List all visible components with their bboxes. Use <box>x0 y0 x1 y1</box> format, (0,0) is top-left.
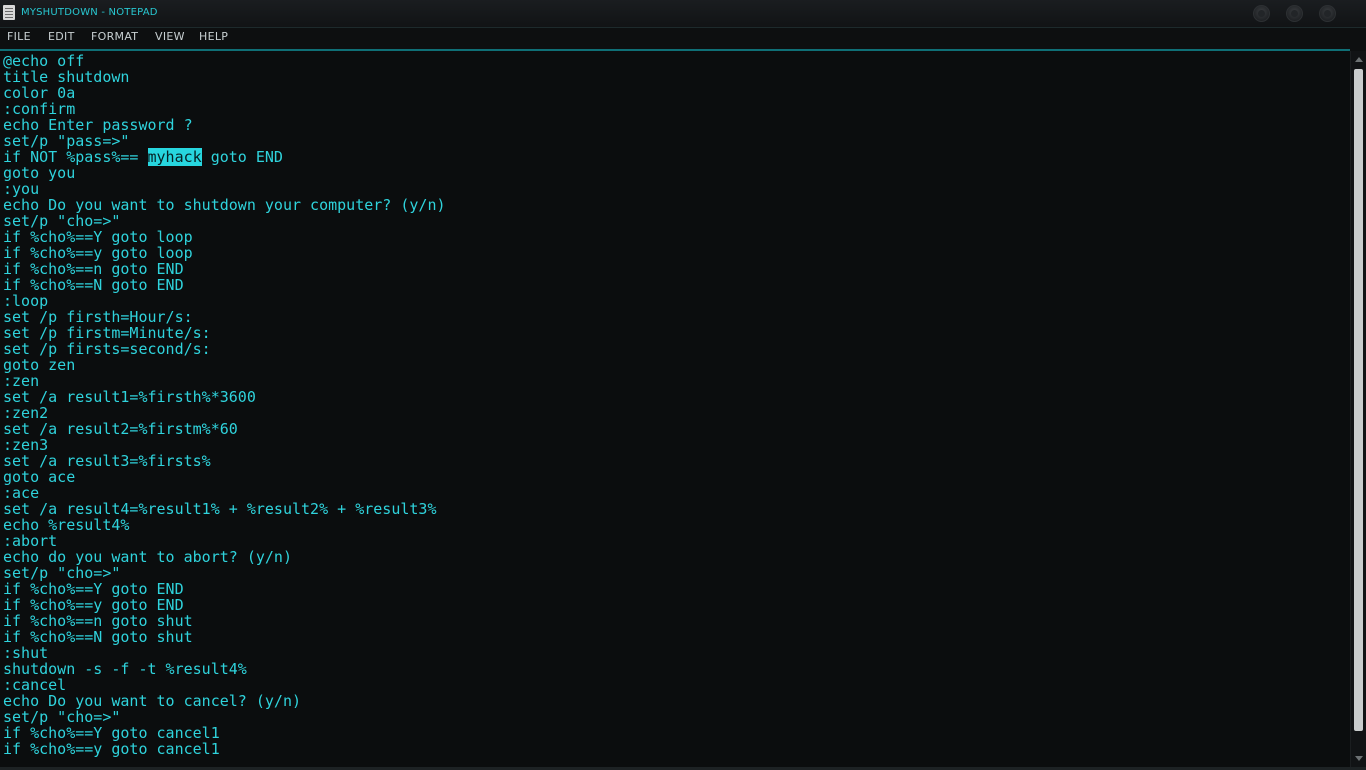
code-line[interactable]: :shut <box>3 645 1350 661</box>
close-icon[interactable] <box>1319 5 1336 22</box>
menu-view[interactable]: VIEW <box>155 30 185 43</box>
code-line[interactable]: :abort <box>3 533 1350 549</box>
code-line[interactable]: if %cho%==N goto shut <box>3 629 1350 645</box>
scroll-up-icon[interactable] <box>1355 57 1363 62</box>
code-line[interactable]: set /a result4=%result1% + %result2% + %… <box>3 501 1350 517</box>
code-line[interactable]: echo Enter password ? <box>3 117 1350 133</box>
code-line[interactable]: if %cho%==y goto loop <box>3 245 1350 261</box>
code-line[interactable]: color 0a <box>3 85 1350 101</box>
code-line[interactable]: if %cho%==n goto END <box>3 261 1350 277</box>
code-line[interactable]: :ace <box>3 485 1350 501</box>
code-line[interactable]: :confirm <box>3 101 1350 117</box>
code-line[interactable]: echo do you want to abort? (y/n) <box>3 549 1350 565</box>
scroll-down-icon[interactable] <box>1355 756 1363 761</box>
code-line[interactable]: if %cho%==Y goto END <box>3 581 1350 597</box>
code-line[interactable]: :cancel <box>3 677 1350 693</box>
code-line[interactable]: set /a result1=%firsth%*3600 <box>3 389 1350 405</box>
code-line[interactable]: echo %result4% <box>3 517 1350 533</box>
notepad-window: MYSHUTDOWN - NOTEPAD FILE EDIT FORMAT VI… <box>0 0 1366 770</box>
vertical-scrollbar[interactable] <box>1350 51 1366 767</box>
code-line[interactable]: set /p firsts=second/s: <box>3 341 1350 357</box>
scrollbar-thumb[interactable] <box>1354 69 1363 731</box>
code-line[interactable]: set /a result3=%firsts% <box>3 453 1350 469</box>
code-line[interactable]: goto you <box>3 165 1350 181</box>
code-line[interactable]: goto ace <box>3 469 1350 485</box>
menu-help[interactable]: HELP <box>199 30 228 43</box>
maximize-icon[interactable] <box>1286 5 1303 22</box>
code-line[interactable]: if %cho%==Y goto cancel1 <box>3 725 1350 741</box>
code-line[interactable]: set/p "cho=>" <box>3 213 1350 229</box>
code-line[interactable]: if %cho%==N goto END <box>3 277 1350 293</box>
menu-format[interactable]: FORMAT <box>91 30 138 43</box>
code-line[interactable]: @echo off <box>3 53 1350 69</box>
code-line[interactable]: if %cho%==Y goto loop <box>3 229 1350 245</box>
code-line[interactable]: if NOT %pass%== myhack goto END <box>3 148 1350 166</box>
selected-text[interactable]: myhack <box>147 148 202 166</box>
code-line[interactable]: if %cho%==y goto END <box>3 597 1350 613</box>
code-line[interactable]: set /a result2=%firstm%*60 <box>3 421 1350 437</box>
code-line[interactable]: :zen2 <box>3 405 1350 421</box>
code-line[interactable]: :zen3 <box>3 437 1350 453</box>
title-bar[interactable]: MYSHUTDOWN - NOTEPAD <box>0 0 1366 28</box>
code-line[interactable]: echo Do you want to shutdown your comput… <box>3 197 1350 213</box>
code-line[interactable]: goto zen <box>3 357 1350 373</box>
notepad-icon <box>3 5 15 20</box>
text-editor[interactable]: @echo off title shutdown color 0a:confirm e… <box>0 49 1350 769</box>
code-line[interactable]: title shutdown <box>3 69 1350 85</box>
menu-bar: FILE EDIT FORMAT VIEW HELP <box>0 28 1366 48</box>
code-line[interactable]: set /p firstm=Minute/s: <box>3 325 1350 341</box>
code-line[interactable]: if %cho%==y goto cancel1 <box>3 741 1350 757</box>
editor-content[interactable]: @echo off title shutdown color 0a:confirm e… <box>0 51 1350 757</box>
code-line[interactable]: set/p "cho=>" <box>3 565 1350 581</box>
code-line[interactable]: if %cho%==n goto shut <box>3 613 1350 629</box>
code-line[interactable]: set/p "cho=>" <box>3 709 1350 725</box>
code-line[interactable]: shutdown -s -f -t %result4% <box>3 661 1350 677</box>
window-title: MYSHUTDOWN - NOTEPAD <box>21 7 158 18</box>
code-line[interactable]: :you <box>3 181 1350 197</box>
minimize-icon[interactable] <box>1253 5 1270 22</box>
menu-edit[interactable]: EDIT <box>48 30 75 43</box>
code-line[interactable]: :loop <box>3 293 1350 309</box>
code-line[interactable]: set /p firsth=Hour/s: <box>3 309 1350 325</box>
menu-file[interactable]: FILE <box>7 30 31 43</box>
code-line[interactable]: set/p "pass=>" <box>3 133 1350 149</box>
code-line[interactable]: echo Do you want to cancel? (y/n) <box>3 693 1350 709</box>
code-line[interactable]: :zen <box>3 373 1350 389</box>
